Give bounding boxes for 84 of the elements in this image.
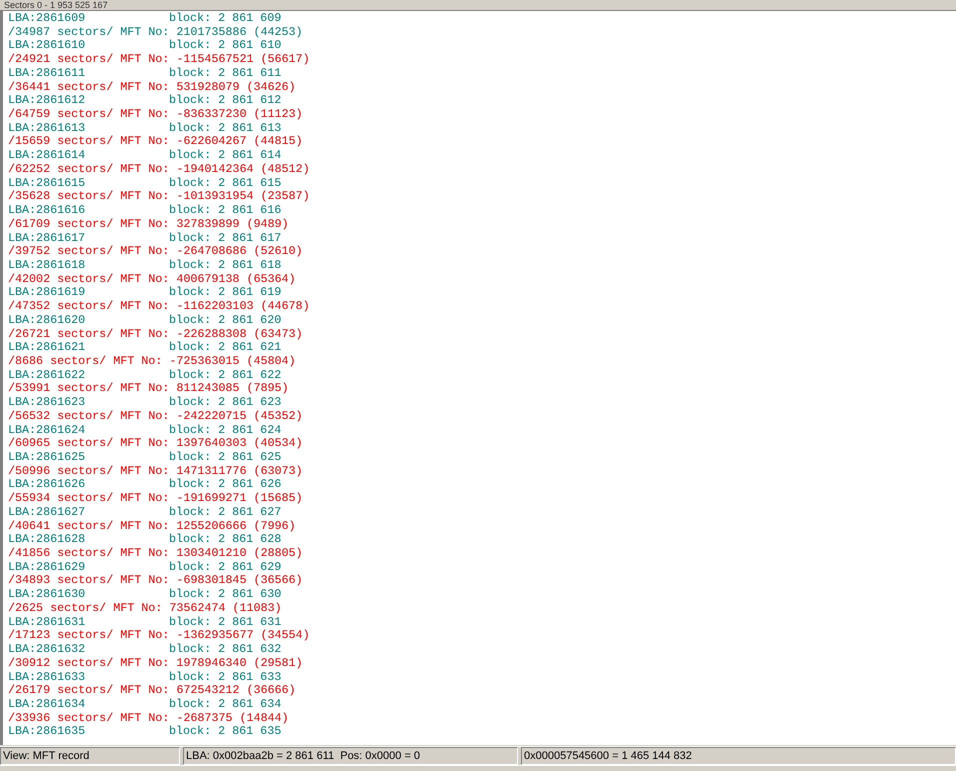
block-value: block: 2 861 632 bbox=[169, 643, 282, 657]
mft-record-line: /26721 sectors/ MFT No: -226288308 (63473) bbox=[8, 326, 303, 341]
block-value: block: 2 861 634 bbox=[169, 698, 282, 712]
status-panel: 0x000057545600 = 1 465 144 832 bbox=[521, 747, 956, 765]
mft-record-line: /64759 sectors/ MFT No: -836337230 (11123) bbox=[8, 107, 303, 122]
mft-record-line: /53991 sectors/ MFT No: 811243085 (7895) bbox=[8, 381, 289, 396]
block-value: block: 2 861 615 bbox=[169, 176, 282, 190]
lba-value: LBA:2861613 bbox=[8, 122, 86, 136]
block-value: block: 2 861 612 bbox=[169, 94, 282, 108]
mft-record-line: /50996 sectors/ MFT No: 1471311776 (63073) bbox=[8, 464, 303, 478]
mft-record-line: /47352 sectors/ MFT No: -1162203103 (44678) bbox=[8, 299, 310, 314]
lba-value: LBA:2861623 bbox=[8, 396, 86, 410]
mft-record-line: /34893 sectors/ MFT No: -698301845 (36566) bbox=[8, 573, 303, 588]
lba-value: LBA:2861611 bbox=[8, 66, 86, 81]
lba-value: LBA:2861630 bbox=[8, 588, 86, 602]
mft-record-line: /34987 sectors/ MFT No: 2101735886 (44253) bbox=[8, 24, 303, 39]
lba-value: LBA:2861633 bbox=[8, 670, 86, 684]
block-value: block: 2 861 635 bbox=[169, 725, 282, 740]
mft-record-line: /35628 sectors/ MFT No: -1013931954 (23587) bbox=[8, 189, 310, 204]
block-value: block: 2 861 627 bbox=[169, 506, 282, 520]
mft-record-line: /36441 sectors/ MFT No: 531928079 (34626) bbox=[8, 80, 296, 94]
block-value: block: 2 861 626 bbox=[169, 478, 282, 492]
lba-value: LBA:2861616 bbox=[8, 204, 86, 218]
block-value: block: 2 861 609 bbox=[169, 12, 282, 26]
block-value: block: 2 861 628 bbox=[169, 533, 282, 548]
block-value: block: 2 861 621 bbox=[169, 341, 282, 355]
block-value: block: 2 861 625 bbox=[169, 451, 282, 465]
block-value: block: 2 861 614 bbox=[169, 149, 282, 163]
lba-value: LBA:2861634 bbox=[8, 698, 86, 712]
mft-record-line: /26179 sectors/ MFT No: 672543212 (36666) bbox=[8, 683, 296, 698]
lba-value: LBA:2861631 bbox=[8, 616, 86, 630]
lba-value: LBA:2861618 bbox=[8, 258, 86, 273]
block-value: block: 2 861 618 bbox=[169, 258, 282, 273]
lba-value: LBA:2861609 bbox=[8, 12, 86, 26]
lba-value: LBA:2861622 bbox=[8, 368, 86, 382]
block-value: block: 2 861 610 bbox=[169, 39, 282, 54]
lba-value: LBA:2861612 bbox=[8, 94, 86, 108]
lba-value: LBA:2861610 bbox=[8, 39, 86, 54]
mft-record-line: /62252 sectors/ MFT No: -1940142364 (48512) bbox=[8, 162, 310, 176]
lba-value: LBA:2861628 bbox=[8, 533, 86, 548]
mft-record-line: /40641 sectors/ MFT No: 1255206666 (7996) bbox=[8, 518, 296, 533]
mft-record-line: /42002 sectors/ MFT No: 400679138 (65364) bbox=[8, 272, 296, 286]
mft-record-line: /60965 sectors/ MFT No: 1397640303 (40534) bbox=[8, 436, 303, 450]
block-value: block: 2 861 633 bbox=[169, 670, 282, 684]
lba-value: LBA:2861619 bbox=[8, 286, 86, 300]
mft-record-line: /8686 sectors/ MFT No: -725363015 (45804) bbox=[8, 354, 296, 368]
sector-range: Sectors 0 - 1 953 525 167 bbox=[4, 0, 108, 10]
block-value: block: 2 861 629 bbox=[169, 560, 282, 574]
status-panel: LBA: 0x002baa2b = 2 861 611 Pos: 0x0000 = 0 bbox=[183, 747, 518, 765]
mft-record-line: /30912 sectors/ MFT No: 1978946340 (29581) bbox=[8, 656, 303, 670]
mft-record-line: /39752 sectors/ MFT No: -264708686 (52610) bbox=[8, 244, 303, 258]
block-value: block: 2 861 622 bbox=[169, 368, 282, 382]
lba-value: LBA:2861624 bbox=[8, 424, 86, 438]
block-value: block: 2 861 613 bbox=[169, 122, 282, 136]
block-value: block: 2 861 631 bbox=[169, 616, 282, 630]
mft-record-line: /15659 sectors/ MFT No: -622604267 (44815) bbox=[8, 134, 303, 148]
mft-record-line: /2625 sectors/ MFT No: 73562474 (11083) bbox=[8, 600, 282, 615]
mft-record-line: /41856 sectors/ MFT No: 1303401210 (28805) bbox=[8, 546, 303, 560]
block-value: block: 2 861 620 bbox=[169, 314, 282, 328]
lba-value: LBA:2861626 bbox=[8, 478, 86, 492]
lba-value: LBA:2861627 bbox=[8, 506, 86, 520]
lba-value: LBA:2861620 bbox=[8, 314, 86, 328]
block-value: block: 2 861 617 bbox=[169, 232, 282, 246]
lba-value: LBA:2861621 bbox=[8, 341, 86, 355]
block-value: block: 2 861 616 bbox=[169, 204, 282, 218]
lba-value: LBA:2861625 bbox=[8, 451, 86, 465]
status-panel: View: MFT record bbox=[0, 747, 180, 765]
lba-value: LBA:2861615 bbox=[8, 176, 86, 190]
mft-record-line: /61709 sectors/ MFT No: 327839899 (9489) bbox=[8, 216, 289, 231]
lba-value: LBA:2861632 bbox=[8, 643, 86, 657]
mft-record-line: /33936 sectors/ MFT No: -2687375 (14844) bbox=[8, 710, 289, 725]
lba-value: LBA:2861617 bbox=[8, 232, 86, 246]
lba-value: LBA:2861614 bbox=[8, 149, 86, 163]
mft-record-line: /24921 sectors/ MFT No: -1154567521 (56617) bbox=[8, 52, 310, 66]
block-value: block: 2 861 624 bbox=[169, 424, 282, 438]
lba-value: LBA:2861629 bbox=[8, 560, 86, 574]
mft-record-line: /17123 sectors/ MFT No: -1362935677 (34554) bbox=[8, 628, 310, 642]
block-value: block: 2 861 611 bbox=[169, 66, 282, 81]
block-value: block: 2 861 619 bbox=[169, 286, 282, 300]
mft-record-line: /55934 sectors/ MFT No: -191699271 (15685) bbox=[8, 491, 303, 506]
mft-record-line: /56532 sectors/ MFT No: -242220715 (45352) bbox=[8, 408, 303, 423]
lba-value: LBA:2861635 bbox=[8, 725, 86, 740]
block-value: block: 2 861 630 bbox=[169, 588, 282, 602]
block-value: block: 2 861 623 bbox=[169, 396, 282, 410]
